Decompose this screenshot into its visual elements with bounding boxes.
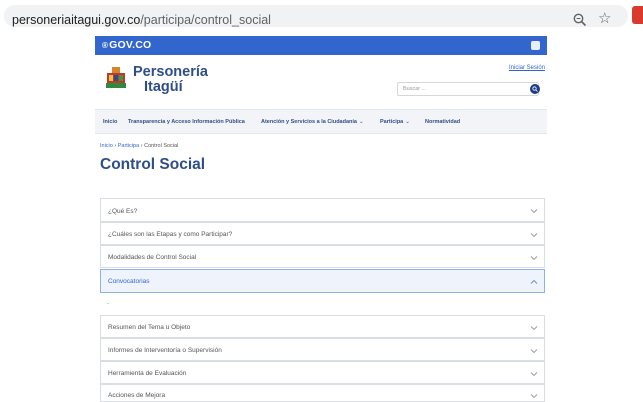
accordion-item[interactable]: ¿Cuáles son las Etapas y como Participar… <box>100 222 545 245</box>
page-title: Control Social <box>100 156 206 173</box>
accordion-item[interactable]: Informes de Interventoría o Supervisión <box>100 338 545 361</box>
chevron-up-icon <box>530 279 538 284</box>
breadcrumb-current: Control Social <box>144 143 179 149</box>
chevron-down-icon: ⌄ <box>405 119 410 125</box>
search-box: Buscar ... <box>397 82 540 96</box>
browser-address-bar: personeriaitagui.gov.co/participa/contro… <box>0 0 643 32</box>
breadcrumb-separator: › <box>140 143 143 149</box>
logo-emblem-icon[interactable] <box>103 65 129 91</box>
nav-item-atencion[interactable]: Atención y Servicios a la Ciudadanía ⌄ <box>261 119 364 125</box>
accordion-item[interactable]: Herramienta de Evaluación <box>100 361 545 384</box>
accessibility-icon[interactable] <box>531 41 540 50</box>
nav-item-normatividad[interactable]: Normatividad <box>425 119 460 125</box>
chevron-down-icon <box>530 349 538 354</box>
accordion-item[interactable]: Acciones de Mejora <box>100 384 545 402</box>
chevron-down-icon <box>530 233 538 238</box>
url-path: /participa/control_social <box>140 13 271 27</box>
url-field[interactable]: personeriaitagui.gov.co/participa/contro… <box>4 5 628 27</box>
gov-logo[interactable]: ®GOV.CO <box>102 39 151 51</box>
search-input[interactable]: Buscar ... <box>403 86 426 92</box>
search-button[interactable] <box>530 84 540 94</box>
accordion-item-label: Modalidades de Control Social <box>108 254 197 261</box>
site-header: Personería Itagüí Iniciar Sesión Buscar … <box>95 55 547 105</box>
accordion-item-label: Informes de Interventoría o Supervisión <box>108 347 222 354</box>
nav-item-label: Atención y Servicios a la Ciudadanía <box>261 119 357 125</box>
nav-item-label: Normatividad <box>425 119 461 125</box>
chevron-down-icon <box>530 326 538 331</box>
chevron-down-icon <box>530 256 538 261</box>
accordion-item-expanded[interactable]: Convocatorias <box>100 269 545 293</box>
logo-subtitle[interactable]: Itagüí <box>144 79 183 95</box>
breadcrumb-separator: › <box>114 143 117 149</box>
login-link[interactable]: Iniciar Sesión <box>509 65 545 71</box>
nav-item-label: Participa <box>380 119 404 125</box>
search-icon <box>532 86 538 92</box>
accordion-content: - <box>107 301 109 307</box>
chevron-down-icon <box>530 209 538 214</box>
breadcrumb-link-participa[interactable]: Participa <box>118 143 139 149</box>
logo-title[interactable]: Personería <box>133 64 208 80</box>
chevron-down-icon: ⌄ <box>358 119 364 125</box>
extension-icon[interactable] <box>632 6 643 24</box>
accordion-item-label: Herramienta de Evaluación <box>108 370 187 377</box>
nav-item-participa[interactable]: Participa ⌄ <box>380 119 410 125</box>
accordion-item-label: Convocatorias <box>108 278 150 285</box>
nav-item-transparencia[interactable]: Transparencia y Acceso Información Públi… <box>128 119 245 125</box>
accordion-item-label: ¿Cuáles son las Etapas y como Participar… <box>108 231 233 238</box>
accordion-item[interactable]: Resumen del Tema u Objeto <box>100 315 545 338</box>
url-host: personeriaitagui.gov.co <box>12 13 141 27</box>
accordion-item-label: Resumen del Tema u Objeto <box>108 324 191 331</box>
nav-item-inicio[interactable]: Inicio <box>103 119 117 125</box>
breadcrumb-link-inicio[interactable]: Inicio <box>100 143 113 149</box>
url-text[interactable]: personeriaitagui.gov.co/participa/contro… <box>12 13 271 27</box>
gov-bar: ®GOV.CO <box>95 36 547 55</box>
nav-item-label: Transparencia y Acceso Información Públi… <box>128 119 245 125</box>
zoom-icon[interactable] <box>572 11 588 29</box>
chevron-down-icon <box>530 394 538 399</box>
main-nav: Inicio Transparencia y Acceso Informació… <box>95 109 547 134</box>
gov-logo-text: GOV.CO <box>109 39 152 51</box>
chevron-down-icon <box>530 372 538 377</box>
accordion-item[interactable]: Modalidades de Control Social <box>100 245 545 268</box>
nav-item-label: Inicio <box>103 119 118 125</box>
accordion-item-label: ¿Qué Es? <box>108 208 138 215</box>
accordion-item[interactable]: ¿Qué Es? <box>100 198 545 222</box>
accordion-item-label: Acciones de Mejora <box>108 392 166 399</box>
breadcrumb: Inicio › Participa › Control Social <box>100 143 178 149</box>
star-icon[interactable]: ☆ <box>598 10 611 28</box>
